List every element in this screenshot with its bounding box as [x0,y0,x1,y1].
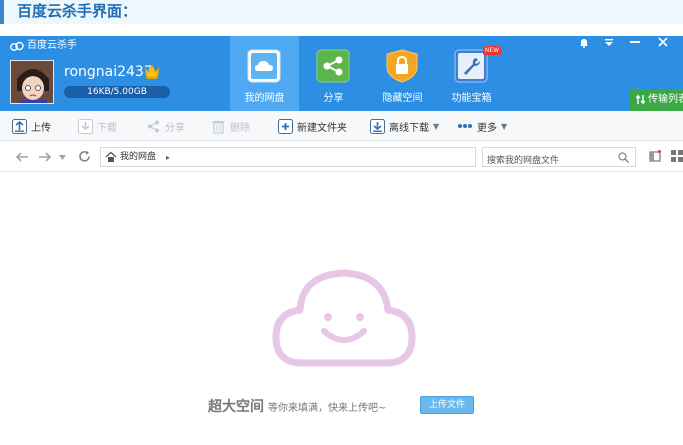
offline-download-button[interactable]: 离线下载 ▼ [370,117,439,135]
more-dots-icon [458,124,472,128]
new-badge: NEW [483,46,501,55]
tab-share[interactable]: 分享 [299,36,368,111]
storage-quota-bar: 16KB/5.00GB [64,86,170,98]
tab-my-drive[interactable]: 我的网盘 [230,36,299,111]
vip-crown-icon[interactable] [143,63,161,80]
transfer-arrows-icon [635,93,646,105]
address-bar-row: 我的网盘 ▸ [0,142,683,172]
upload-label: 上传 [31,122,51,134]
avatar[interactable] [10,60,54,104]
tab-hidden-space-label: 隐藏空间 [382,93,423,104]
empty-cloud-smile-icon [272,269,416,367]
menu-dropdown-icon[interactable] [604,39,614,47]
action-toolbar: 上传 下载 分享 删除 新建文件夹 离线下载 ▼ 更多 ▼ [0,111,683,141]
offline-download-caret-icon[interactable]: ▼ [433,122,439,131]
view-mode-icon[interactable] [649,150,661,162]
app-header: 百度云杀手 rongnai2437 16KB/5.00GB 我的网盘 分享 隐藏… [0,36,683,111]
back-arrow-icon[interactable] [15,152,29,162]
delete-label: 删除 [230,122,250,134]
more-label: 更多 [477,122,497,134]
more-button[interactable]: 更多 ▼ [457,117,507,135]
trash-icon [212,120,225,134]
search-box [482,147,636,170]
main-nav: 我的网盘 分享 隐藏空间 NEW 功能宝箱 [230,36,506,111]
cloud-drive-icon [247,49,281,83]
empty-headline: 超大空间 [208,399,264,415]
home-icon[interactable] [105,151,117,163]
new-folder-label: 新建文件夹 [297,122,347,134]
app-name: 百度云杀手 [27,40,77,51]
share-small-icon [148,120,159,132]
more-caret-icon[interactable]: ▼ [501,122,507,131]
avatar-image [11,61,53,103]
history-dropdown-icon[interactable] [59,155,66,160]
tab-toolbox-label: 功能宝箱 [451,93,492,104]
empty-state-message: 超大空间 等你来填满，快来上传吧~ [208,396,386,416]
share-icon [316,49,350,83]
download-icon [78,118,93,134]
minimize-icon[interactable] [630,41,640,44]
tab-share-label: 分享 [323,93,344,104]
upload-button[interactable]: 上传 [12,117,51,135]
caption-text: 百度云杀手界面： [17,2,138,20]
baidu-cloud-logo-icon [10,41,24,51]
notification-bell-icon[interactable] [579,38,589,48]
grid-view-icon[interactable] [671,150,683,162]
search-input[interactable] [483,152,613,170]
path-breadcrumb[interactable]: 我的网盘 ▸ [100,147,476,167]
forward-arrow-icon[interactable] [38,152,52,162]
caption-band: 百度云杀手界面： [0,0,683,24]
lock-icon [386,49,418,83]
new-folder-icon [278,118,293,134]
tab-toolbox[interactable]: NEW 功能宝箱 [437,36,506,111]
download-button[interactable]: 下载 [78,117,117,135]
tab-hidden-space[interactable]: 隐藏空间 [368,36,437,111]
offline-download-label: 离线下载 [389,122,429,134]
breadcrumb-my-drive[interactable]: 我的网盘 [120,151,156,164]
brand: 百度云杀手 [10,39,77,53]
share-button[interactable]: 分享 [146,117,185,135]
new-folder-button[interactable]: 新建文件夹 [278,117,347,135]
breadcrumb-arrow-icon[interactable]: ▸ [166,151,170,164]
empty-subtext: 等你来填满，快来上传吧~ [268,403,387,414]
share-label: 分享 [165,122,185,134]
upload-file-button[interactable]: 上传文件 [420,396,474,414]
transfer-list-label: 传输列表 [648,94,683,105]
download-label: 下载 [97,122,117,134]
tab-my-drive-label: 我的网盘 [244,93,285,104]
offline-download-icon [370,118,385,134]
delete-button[interactable]: 删除 [211,117,250,135]
search-icon[interactable] [618,152,629,163]
username: rongnai2437 [64,64,153,80]
refresh-icon[interactable] [78,150,91,163]
transfer-list-button[interactable]: 传输列表 [630,89,683,111]
upload-icon [12,118,27,134]
close-icon[interactable] [658,37,668,47]
